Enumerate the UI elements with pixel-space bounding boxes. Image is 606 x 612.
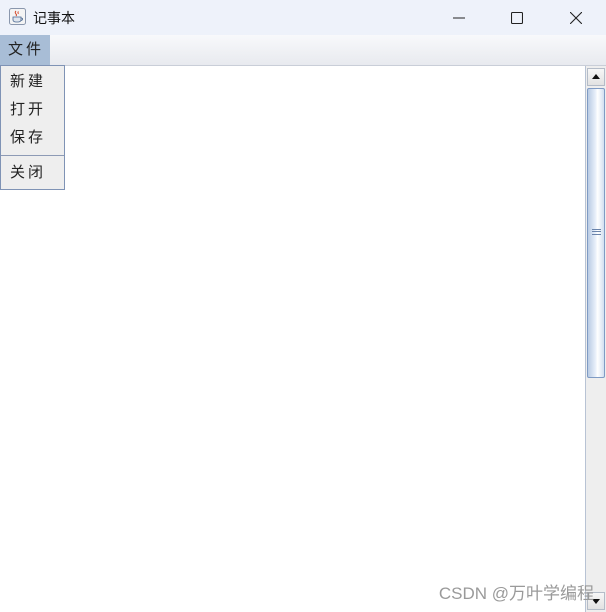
close-window-button[interactable] [546,0,606,35]
menu-separator [1,155,64,156]
maximize-icon [511,11,523,24]
watermark: CSDN @万叶学编程 [438,584,594,603]
scroll-up-arrow-icon[interactable] [587,68,605,86]
grip-icon [592,229,601,235]
window-title: 记事本 [33,11,75,27]
menu-item-save[interactable]: 保存 [1,123,64,151]
notepad-window: 记事本 文件 新建 打开 保存 关闭 CSDN @万叶学编程 [0,0,606,612]
scroll-thumb[interactable] [587,88,605,378]
java-cup-icon [9,8,26,25]
file-menu-dropdown: 新建 打开 保存 关闭 [0,65,65,190]
text-area[interactable] [0,66,585,612]
menu-item-open[interactable]: 打开 [1,95,64,123]
vertical-scrollbar[interactable] [585,66,606,612]
close-icon [570,11,582,24]
maximize-button[interactable] [488,0,546,35]
menu-item-close[interactable]: 关闭 [1,158,64,186]
file-menu[interactable]: 文件 [0,35,50,65]
minimize-button[interactable] [430,0,488,35]
title-bar[interactable]: 记事本 [0,0,606,35]
menu-item-new[interactable]: 新建 [1,67,64,95]
menu-bar: 文件 [0,35,606,66]
minimize-icon [453,17,465,18]
